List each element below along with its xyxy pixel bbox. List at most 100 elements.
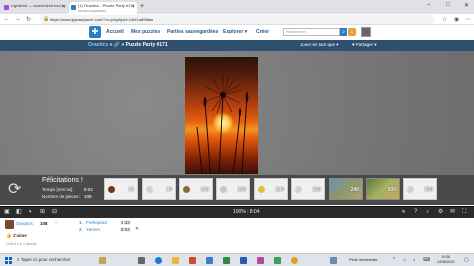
piece-option-300a[interactable]: 300 — [366, 178, 400, 200]
result-user-link[interactable]: Oraotics — [16, 221, 33, 226]
like-label: J'aime — [12, 233, 27, 238]
word-icon[interactable] — [240, 257, 247, 264]
piece-option-108b[interactable]: 108 — [216, 178, 250, 200]
avatar[interactable] — [5, 220, 14, 229]
chat-icon[interactable]: ✉ — [450, 209, 455, 216]
new-tab-button[interactable]: + — [140, 3, 144, 10]
piece-option-220[interactable]: 220 — [291, 178, 325, 200]
back-icon[interactable]: ← — [4, 16, 10, 22]
notifications-badge[interactable]: 1 — [348, 28, 356, 36]
help-icon[interactable]: ? — [414, 209, 417, 216]
rank-number: 1. — [79, 220, 83, 225]
excel-icon[interactable] — [223, 257, 230, 264]
puzzle-title: Puzzle Party #171 — [125, 42, 168, 48]
app-icon[interactable] — [274, 257, 281, 264]
windows-start-icon[interactable] — [5, 257, 12, 264]
edge-pieces-icon[interactable]: ⊟ — [52, 209, 57, 216]
pause-icon[interactable]: ⏸ — [402, 209, 405, 216]
nav-accueil[interactable]: Accueil — [106, 29, 124, 35]
nav-mes-puzzles[interactable]: Mes puzzles — [131, 29, 160, 35]
preview-image-icon[interactable]: ▣ — [4, 209, 10, 216]
tab-puzzle-party[interactable]: (1) Oraotics - Puzzle Party #171 MUTER A… — [69, 2, 137, 14]
puzzle-play-area[interactable] — [0, 51, 474, 175]
ghost-image-icon[interactable]: ◧ — [16, 209, 22, 216]
nav-parties-sauvegardees[interactable]: Parties sauvegardées — [167, 29, 218, 35]
nav-explorer[interactable]: Explorer ▾ — [223, 29, 247, 35]
tab-title: Lightshot — screenshot tool fo — [11, 3, 66, 8]
lock-icon: 🔒 — [43, 16, 50, 22]
piece-option-180[interactable]: 180 — [254, 178, 288, 200]
sound-icon[interactable]: ♪ — [426, 209, 429, 216]
profile-icon[interactable]: ◉ — [454, 16, 459, 23]
minimize-button[interactable]: – — [427, 2, 430, 8]
rank-name-link[interactable]: Yannm — [86, 227, 100, 232]
network-icon[interactable]: ⌂ — [403, 257, 406, 263]
nav-creer[interactable]: Créer — [256, 29, 269, 35]
time-value: 8:04 — [84, 187, 93, 192]
search-button[interactable]: ⌕ — [340, 28, 347, 36]
created-timestamp: Créé il y a 4 heures — [6, 242, 37, 246]
address-bar-row: ← → ↻ 🔒 https://www.jigsawplanet.com/?rc… — [0, 14, 474, 25]
results-section: Oraotics 108 ♡ 1. Frehepard 4:33 2. Yann… — [0, 218, 474, 253]
shuffle-restart-icon[interactable]: ⟳ — [8, 182, 21, 198]
piece-count: 35 — [128, 187, 134, 193]
tab-lightshot[interactable]: Lightshot — screenshot tool fo ✕ — [2, 2, 68, 14]
piece-option-80[interactable]: 80 — [142, 178, 176, 200]
fullscreen-icon[interactable]: ⛶ — [462, 209, 466, 216]
piece-count: 220 — [312, 187, 321, 193]
play-as-dropdown[interactable]: Jouer en tant que ▾ — [300, 42, 339, 48]
arrange-pieces-icon[interactable]: ⊞ — [40, 209, 45, 216]
piece-option-35[interactable]: 35 — [104, 178, 138, 200]
favorites-icon[interactable]: ☆ — [442, 16, 447, 23]
jigsaw-planet-logo-icon[interactable]: ✚ — [89, 26, 101, 38]
weather-text[interactable]: Pluie imminente — [349, 257, 377, 262]
pinned-app-icon[interactable] — [99, 257, 106, 264]
like-button[interactable]: 👍 J'aime — [6, 233, 27, 239]
user-avatar[interactable] — [361, 27, 371, 37]
close-tab-icon[interactable]: ✕ — [131, 5, 135, 10]
file-explorer-icon[interactable] — [172, 257, 179, 264]
task-view-icon[interactable] — [138, 257, 145, 264]
tray-chevron-icon[interactable]: ^ — [393, 257, 395, 263]
edge-browser-icon[interactable] — [155, 257, 162, 264]
office-icon[interactable] — [189, 257, 196, 264]
reload-icon[interactable]: ↻ — [26, 16, 31, 23]
piece-thumb-icon — [108, 186, 115, 193]
weather-icon — [330, 257, 337, 264]
forward-icon[interactable]: → — [15, 16, 21, 22]
app-icon[interactable] — [257, 257, 264, 264]
pieces-value: 108 — [84, 194, 92, 199]
close-icon[interactable]: ✕ — [135, 226, 139, 232]
search-input[interactable]: Recherche... — [283, 28, 340, 36]
close-tab-icon[interactable]: ✕ — [62, 5, 66, 10]
time-label: Temps [mm:ss]: — [42, 187, 74, 192]
breadcrumb-user-link[interactable]: Oraotics — [88, 42, 108, 48]
browser-menu-icon[interactable]: ⋯ — [465, 16, 471, 23]
maximize-button[interactable]: □ — [446, 2, 450, 8]
piece-option-300b[interactable]: 300 — [403, 178, 437, 200]
volume-icon[interactable]: ♪ — [413, 257, 416, 263]
heart-icon[interactable]: ♡ — [54, 220, 58, 226]
close-window-button[interactable]: ✕ — [464, 2, 469, 9]
address-url: https://www.jigsawplanet.com/?rc=play&pi… — [50, 17, 154, 22]
piece-count: 108 — [237, 187, 246, 193]
piece-count: 240 — [350, 187, 359, 193]
chrome-icon[interactable] — [291, 257, 298, 264]
store-icon[interactable] — [206, 257, 213, 264]
address-bar[interactable]: 🔒 https://www.jigsawplanet.com/?rc=play&… — [40, 15, 435, 24]
taskbar-search-placeholder: Taper ici pour rechercher — [20, 257, 71, 262]
piece-thumb-icon — [295, 186, 302, 193]
piece-option-240[interactable]: 240 — [329, 178, 363, 200]
taskbar-clock[interactable]: 10:06 14/08/2022 — [437, 255, 455, 265]
taskbar-search[interactable]: ⌕ Taper ici pour rechercher — [17, 257, 70, 262]
settings-icon[interactable]: ⚙ — [438, 209, 443, 216]
background-color-icon[interactable]: ◑ — [28, 209, 32, 216]
notification-center-icon[interactable]: ▢ — [464, 257, 469, 263]
rank-name-link[interactable]: Frehepard — [86, 220, 107, 225]
piece-option-108a[interactable]: 108 — [179, 178, 213, 200]
dandelion-silhouette — [196, 75, 249, 174]
share-dropdown[interactable]: ♥ Partager ▾ — [352, 42, 377, 48]
piece-thumb-icon — [146, 186, 153, 193]
jigsaw-favicon-icon — [71, 5, 76, 10]
language-icon[interactable]: ⌨ — [423, 257, 430, 263]
